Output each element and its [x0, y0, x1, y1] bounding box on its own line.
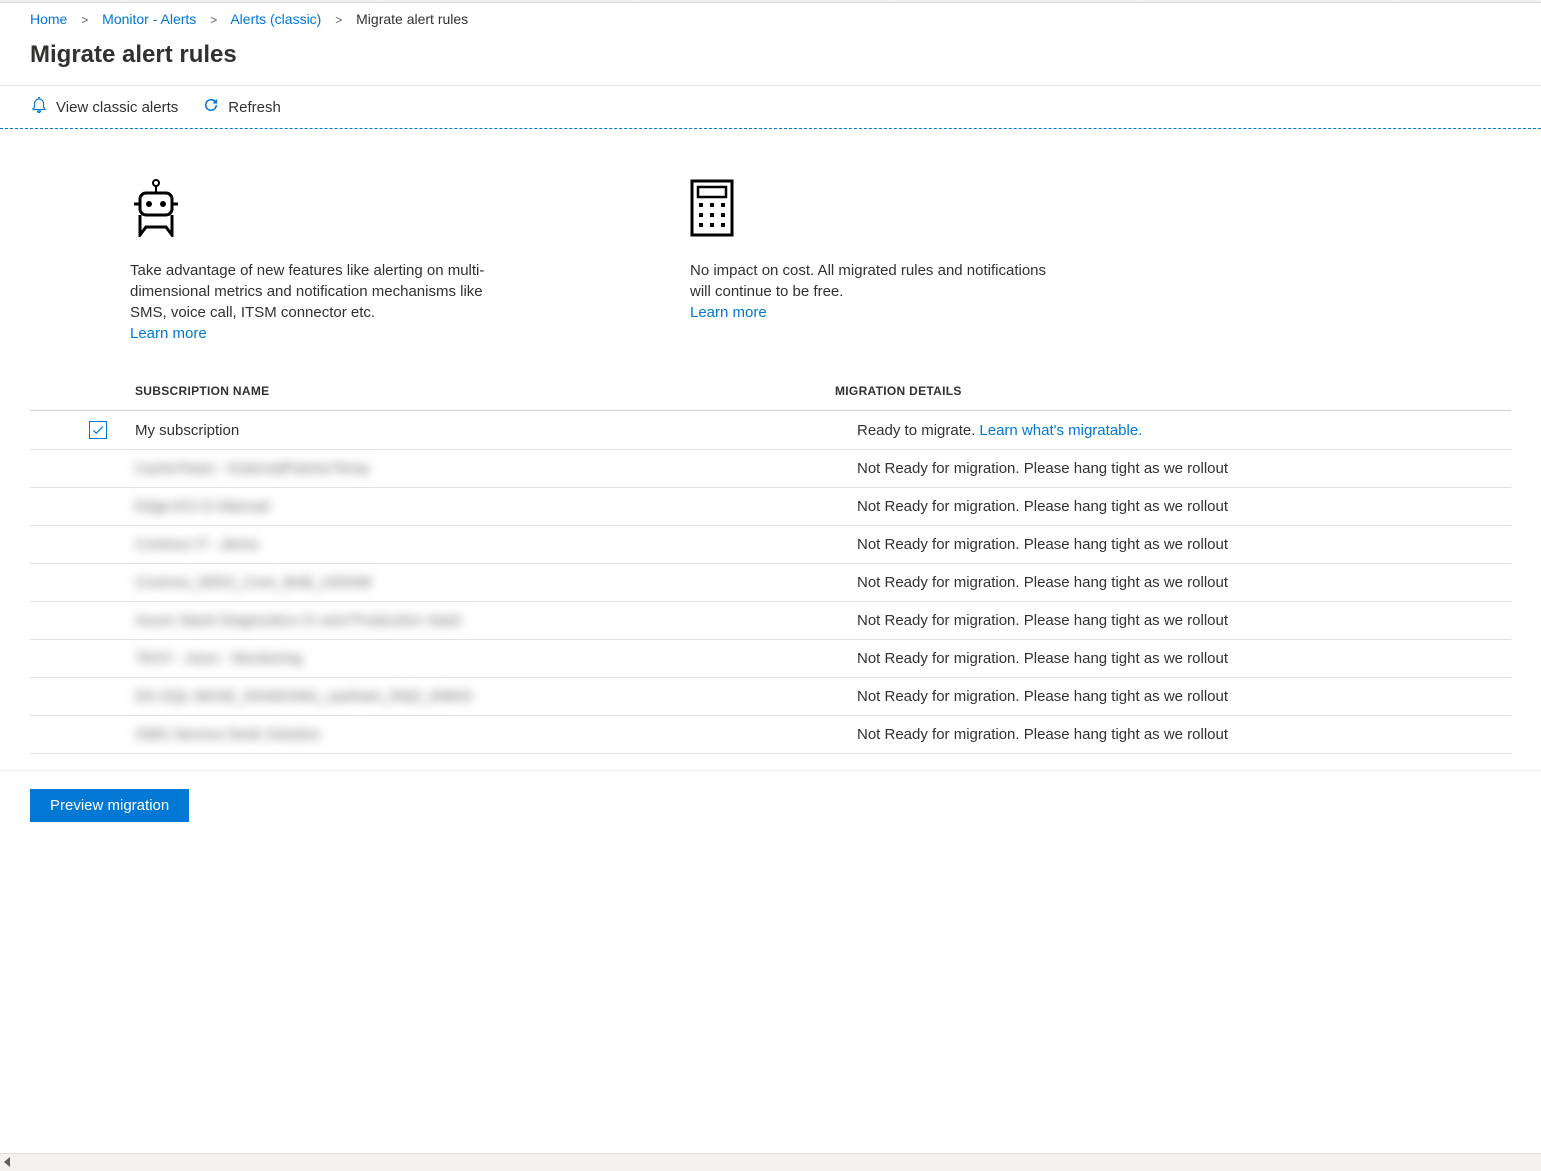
breadcrumb-home[interactable]: Home: [30, 11, 67, 27]
learn-migratable-link[interactable]: Learn what's migratable.: [979, 422, 1142, 439]
breadcrumb-monitor-alerts[interactable]: Monitor - Alerts: [102, 11, 196, 27]
subscription-name: TEST - Aess - Monitoring: [135, 650, 835, 667]
table-row[interactable]: TEST - Aess - MonitoringNot Ready for mi…: [30, 640, 1511, 678]
bell-icon: [30, 96, 48, 118]
calculator-icon: [690, 179, 1070, 240]
migration-details: Not Ready for migration. Please hang tig…: [835, 612, 1511, 629]
table-header-row: SUBSCRIPTION NAME MIGRATION DETAILS: [30, 372, 1511, 411]
column-header-subscription-name[interactable]: SUBSCRIPTION NAME: [135, 384, 835, 398]
status-bar: [0, 1153, 1541, 1171]
table-row[interactable]: DS-SQL-BASE_RANDOM1_sashwin_R&D_60843Not…: [30, 678, 1511, 716]
table-row[interactable]: Cosmos_WDG_Core_BnB_100348Not Ready for …: [30, 564, 1511, 602]
breadcrumb-alerts-classic[interactable]: Alerts (classic): [230, 11, 321, 27]
footer-bar: Preview migration: [0, 770, 1541, 872]
info-cost-text: No impact on cost. All migrated rules an…: [690, 260, 1070, 302]
table-row[interactable]: Edge-ES-CI-ManualNot Ready for migration…: [30, 488, 1511, 526]
migration-details: Not Ready for migration. Please hang tig…: [835, 650, 1511, 667]
toolbar: View classic alerts Refresh: [0, 86, 1541, 129]
table-row[interactable]: My subscriptionReady to migrate.Learn wh…: [30, 411, 1511, 450]
robot-icon: [130, 179, 510, 240]
table-row[interactable]: Contoso IT - demoNot Ready for migration…: [30, 526, 1511, 564]
breadcrumb: Home > Monitor - Alerts > Alerts (classi…: [0, 3, 1541, 35]
view-classic-alerts-button[interactable]: View classic alerts: [30, 96, 178, 118]
subscription-name: Edge-ES-CI-Manual: [135, 498, 835, 515]
migration-details: Not Ready for migration. Please hang tig…: [835, 688, 1511, 705]
subscription-name: Azure Stack Diagnostics CI and Productio…: [135, 612, 835, 629]
migration-details: Ready to migrate.Learn what's migratable…: [835, 422, 1511, 439]
info-cost-learn-more[interactable]: Learn more: [690, 304, 767, 321]
table-row[interactable]: Azure Stack Diagnostics CI and Productio…: [30, 602, 1511, 640]
row-checkbox[interactable]: [89, 421, 107, 439]
subscription-name: OMS Service Desk Solution: [135, 726, 835, 743]
migration-details: Not Ready for migration. Please hang tig…: [835, 460, 1511, 477]
breadcrumb-sep: >: [81, 13, 88, 27]
migration-details: Not Ready for migration. Please hang tig…: [835, 574, 1511, 591]
subscription-name: Contoso IT - demo: [135, 536, 835, 553]
table-row[interactable]: CacheTeam - ExternalPartnerTempNot Ready…: [30, 450, 1511, 488]
migration-details: Not Ready for migration. Please hang tig…: [835, 726, 1511, 743]
info-block-cost: No impact on cost. All migrated rules an…: [690, 179, 1070, 342]
subscriptions-table: SUBSCRIPTION NAME MIGRATION DETAILS My s…: [0, 372, 1541, 754]
info-section: Take advantage of new features like aler…: [0, 129, 1250, 372]
column-header-migration-details[interactable]: MIGRATION DETAILS: [835, 384, 1511, 398]
breadcrumb-current: Migrate alert rules: [356, 11, 468, 27]
breadcrumb-sep: >: [210, 13, 217, 27]
table-row[interactable]: OMS Service Desk SolutionNot Ready for m…: [30, 716, 1511, 754]
info-block-features: Take advantage of new features like aler…: [130, 179, 510, 342]
refresh-button[interactable]: Refresh: [202, 96, 281, 118]
info-features-learn-more[interactable]: Learn more: [130, 325, 207, 342]
subscription-name: My subscription: [135, 422, 835, 439]
collapse-left-icon[interactable]: [4, 1157, 10, 1167]
migration-details: Not Ready for migration. Please hang tig…: [835, 536, 1511, 553]
page-title: Migrate alert rules: [0, 35, 1541, 86]
subscription-name: DS-SQL-BASE_RANDOM1_sashwin_R&D_60843: [135, 688, 835, 705]
view-classic-alerts-label: View classic alerts: [56, 99, 178, 116]
refresh-label: Refresh: [228, 99, 281, 116]
preview-migration-button[interactable]: Preview migration: [30, 789, 189, 822]
checkbox-cell: [30, 421, 135, 439]
subscription-name: Cosmos_WDG_Core_BnB_100348: [135, 574, 835, 591]
migration-details: Not Ready for migration. Please hang tig…: [835, 498, 1511, 515]
breadcrumb-sep: >: [335, 13, 342, 27]
subscription-name: CacheTeam - ExternalPartnerTemp: [135, 460, 835, 477]
info-features-text: Take advantage of new features like aler…: [130, 260, 510, 323]
refresh-icon: [202, 96, 220, 118]
